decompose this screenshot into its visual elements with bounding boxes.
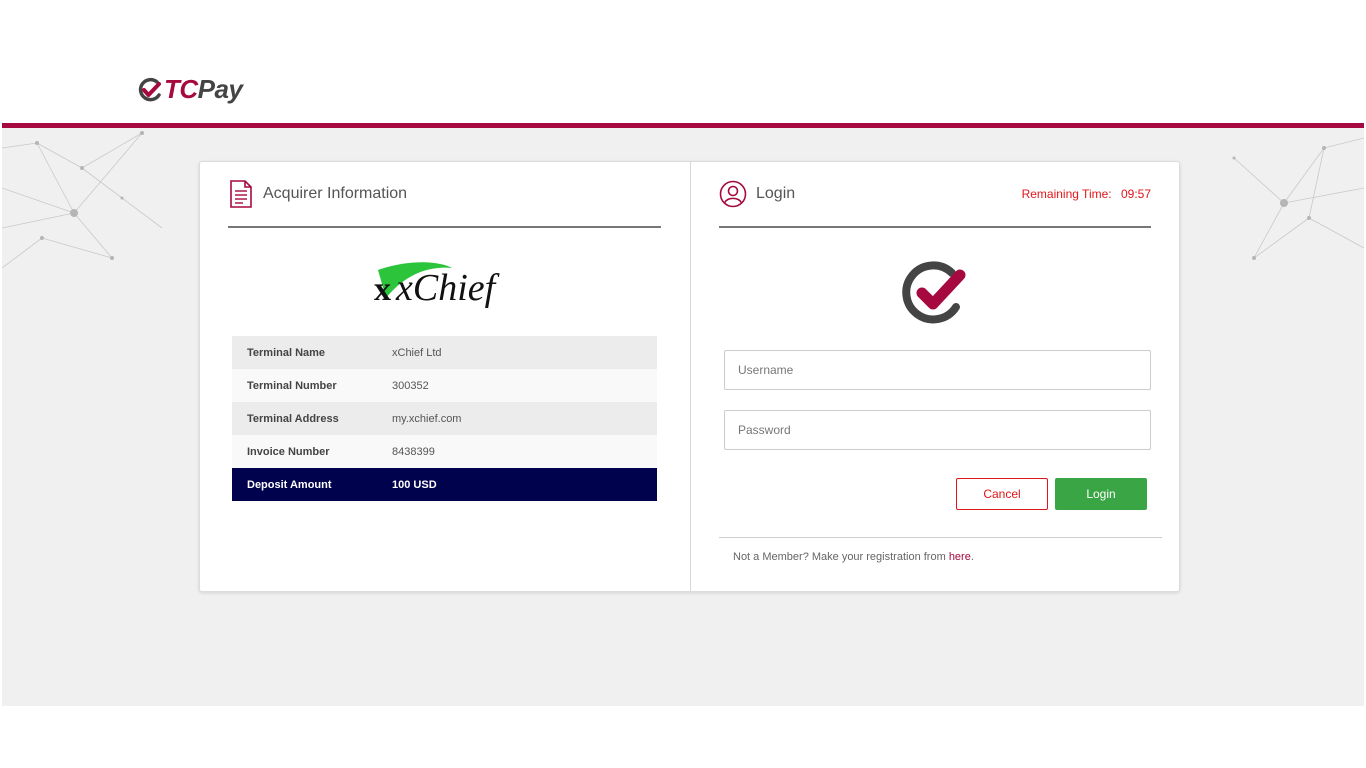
row-label: Invoice Number [232, 435, 392, 468]
deposit-amount-row: Deposit Amount 100 USD [232, 468, 657, 501]
deposit-amount-value: 100 USD [392, 468, 657, 501]
login-button[interactable]: Login [1055, 478, 1147, 510]
acquirer-info-table: Terminal Name xChief Ltd Terminal Number… [232, 336, 657, 501]
check-logo-icon [902, 261, 966, 324]
network-decoration-left [2, 131, 163, 269]
cancel-button[interactable]: Cancel [956, 478, 1048, 510]
remaining-time: Remaining Time: 09:57 [1022, 187, 1151, 201]
brand-name: TCPay [164, 74, 243, 104]
login-title: Login [756, 185, 796, 202]
row-value: xChief Ltd [392, 336, 657, 369]
network-decoration-right [1232, 137, 1364, 260]
acquirer-header: Acquirer Information [228, 162, 661, 228]
document-icon [230, 180, 252, 208]
header: TCPay [0, 0, 1366, 123]
registration-suffix: . [970, 551, 974, 563]
row-value: 300352 [392, 369, 657, 402]
table-row: Terminal Address my.xchief.com [232, 402, 657, 435]
password-input[interactable] [724, 410, 1151, 450]
merchant-logo-text: xChief [395, 267, 500, 309]
remaining-time-value: 09:57 [1120, 187, 1151, 201]
table-row: Terminal Name xChief Ltd [232, 336, 657, 369]
registration-text: Not a Member? Make your registration fro… [733, 551, 949, 563]
tcpay-logo[interactable]: TCPay [136, 74, 243, 105]
remaining-time-label: Remaining Time: [1021, 187, 1112, 201]
merchant-logo: x xChief [374, 262, 500, 309]
deposit-amount-label: Deposit Amount [232, 468, 392, 501]
username-input[interactable] [724, 350, 1151, 390]
check-circle-logo-icon [138, 77, 161, 101]
row-label: Terminal Name [232, 336, 392, 369]
row-label: Terminal Address [232, 402, 392, 435]
row-label: Terminal Number [232, 369, 392, 402]
acquirer-title: Acquirer Information [263, 185, 408, 202]
checkout-card: Acquirer Information x xChief Terminal N… [199, 161, 1180, 592]
login-header: Login Remaining Time: 09:57 [719, 162, 1151, 228]
login-divider [719, 537, 1162, 538]
table-row: Invoice Number 8438399 [232, 435, 657, 468]
row-value: my.xchief.com [392, 402, 657, 435]
user-circle-icon [719, 180, 747, 208]
merchant-logo-x: x [374, 271, 391, 308]
table-row: Terminal Number 300352 [232, 369, 657, 402]
card-divider [690, 162, 691, 591]
registration-note: Not a Member? Make your registration fro… [733, 551, 974, 563]
registration-link[interactable]: here [949, 551, 971, 563]
row-value: 8438399 [392, 435, 657, 468]
